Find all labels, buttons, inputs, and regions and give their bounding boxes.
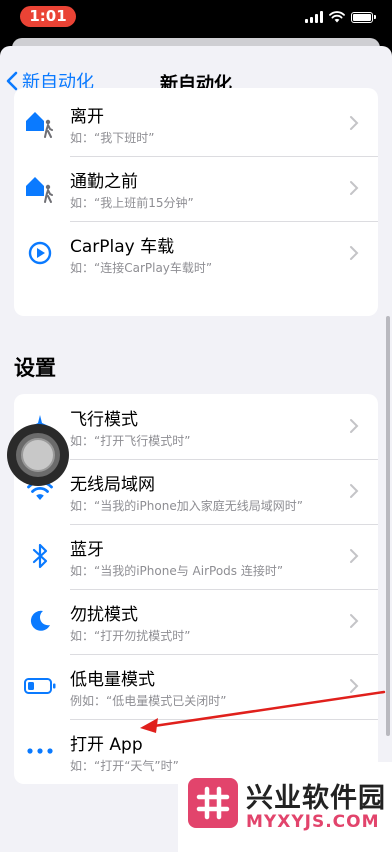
battery-icon bbox=[22, 668, 58, 704]
item-subtitle: 如：“打开勿扰模式时” bbox=[70, 629, 191, 643]
item-subtitle: 如：“打开“天气”时” bbox=[70, 759, 179, 773]
item-title: 通勤之前 bbox=[70, 172, 138, 192]
battery-status-icon bbox=[351, 11, 373, 23]
item-title: CarPlay 车载 bbox=[70, 237, 175, 257]
item-subtitle: 如：“我下班时” bbox=[70, 131, 155, 145]
chevron-right-icon bbox=[350, 419, 359, 433]
wifi-status-icon bbox=[329, 11, 345, 23]
list-item-do-not-disturb[interactable]: 勿扰模式 如：“打开勿扰模式时” bbox=[14, 589, 378, 654]
item-subtitle: 例如：“低电量模式已关闭时” bbox=[70, 694, 227, 708]
chevron-right-icon bbox=[350, 549, 359, 563]
chevron-right-icon bbox=[350, 181, 359, 195]
item-title: 无线局域网 bbox=[70, 475, 155, 495]
cellular-signal-icon bbox=[305, 11, 323, 23]
status-icons bbox=[305, 11, 376, 23]
more-dots-icon bbox=[22, 733, 58, 769]
assistive-touch-core bbox=[21, 438, 55, 472]
item-subtitle: 如：“连接CarPlay车载时” bbox=[70, 261, 213, 275]
section-header-settings: 设置 bbox=[14, 356, 56, 380]
item-title: 低电量模式 bbox=[70, 670, 155, 690]
watermark-logo-icon bbox=[188, 778, 238, 828]
chevron-right-icon bbox=[350, 484, 359, 498]
assistive-touch-ring bbox=[16, 433, 60, 477]
item-subtitle: 如：“打开飞行模式时” bbox=[70, 434, 191, 448]
list-item-carplay[interactable]: CarPlay 车载 如：“连接CarPlay车载时” bbox=[14, 221, 378, 286]
list-item-bluetooth[interactable]: 蓝牙 如：“当我的iPhone与 AirPods 连接时” bbox=[14, 524, 378, 589]
watermark: 兴业软件园 MYXYJS.COM bbox=[178, 762, 392, 852]
watermark-name: 兴业软件园 bbox=[246, 783, 386, 814]
status-bar: 1:01 bbox=[0, 0, 392, 34]
chevron-right-icon bbox=[350, 679, 359, 693]
chevron-right-icon bbox=[350, 614, 359, 628]
item-title: 勿扰模式 bbox=[70, 605, 138, 625]
item-title: 飞行模式 bbox=[70, 410, 138, 430]
bluetooth-icon bbox=[22, 538, 58, 574]
carplay-icon bbox=[22, 235, 58, 271]
chevron-right-icon bbox=[350, 116, 359, 130]
list-item-before-commute[interactable]: 通勤之前 如：“我上班前15分钟” bbox=[14, 156, 378, 221]
item-subtitle: 如：“我上班前15分钟” bbox=[70, 196, 194, 210]
moon-icon bbox=[22, 603, 58, 639]
chevron-right-icon bbox=[350, 246, 359, 260]
list-item-leave[interactable]: 离开 如：“我下班时” bbox=[14, 91, 378, 156]
home-leave-icon bbox=[22, 105, 58, 141]
watermark-url: MYXYJS.COM bbox=[246, 812, 380, 832]
item-title: 离开 bbox=[70, 107, 104, 127]
home-commute-icon bbox=[22, 170, 58, 206]
battery-tip bbox=[374, 15, 376, 19]
item-title: 打开 App bbox=[70, 735, 143, 755]
scroll-indicator[interactable] bbox=[386, 316, 390, 736]
assistive-touch-button[interactable] bbox=[7, 424, 69, 486]
item-subtitle: 如：“当我的iPhone加入家庭无线局域网时” bbox=[70, 499, 303, 513]
list-item-wifi[interactable]: 无线局域网 如：“当我的iPhone加入家庭无线局域网时” bbox=[14, 459, 378, 524]
status-time[interactable]: 1:01 bbox=[20, 6, 76, 27]
list-item-low-power-mode[interactable]: 低电量模式 例如：“低电量模式已关闭时” bbox=[14, 654, 378, 719]
travel-trigger-list: 离开 如：“我下班时” 通勤之前 如：“我上班前15分钟” CarPlay 车载… bbox=[14, 88, 378, 316]
item-title: 蓝牙 bbox=[70, 540, 104, 560]
item-subtitle: 如：“当我的iPhone与 AirPods 连接时” bbox=[70, 564, 284, 578]
